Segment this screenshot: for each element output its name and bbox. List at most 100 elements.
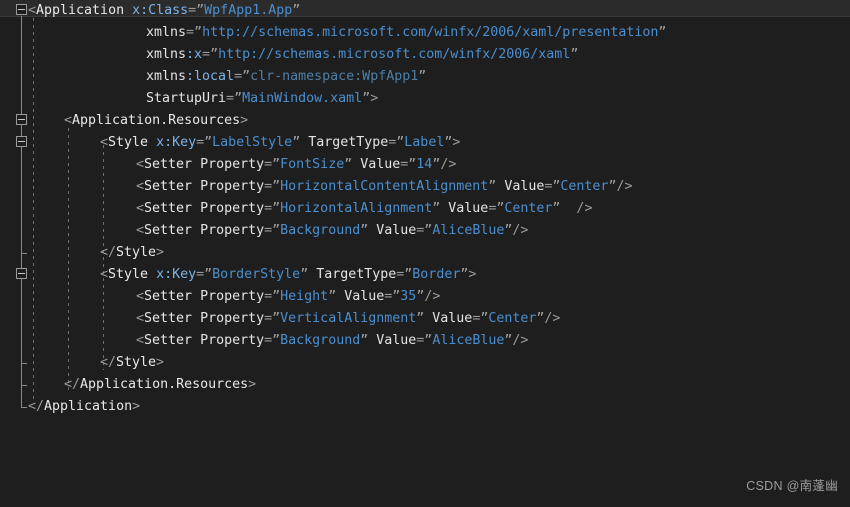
token-attr: Value (440, 201, 488, 216)
token-quote: ” (242, 69, 250, 84)
code-line-2[interactable]: xmlns=”http://schemas.microsoft.com/winf… (0, 22, 666, 44)
token-elem (148, 267, 156, 282)
code-line-16[interactable]: <Setter Property=”Background” Value=”Ali… (0, 330, 528, 352)
token-attr: Value (352, 157, 400, 172)
token-punct: = (264, 223, 272, 238)
token-quote: ” (234, 91, 242, 106)
token-quote: ” (196, 3, 204, 18)
token-punct: /> (424, 289, 440, 304)
token-elem: Style (108, 267, 148, 282)
token-punct: < (64, 113, 72, 128)
token-punct: </ (28, 399, 44, 414)
token-punct: > (452, 135, 460, 150)
token-elem: Setter (144, 289, 192, 304)
token-punct: = (196, 135, 204, 150)
code-line-12[interactable]: </Style> (0, 242, 164, 264)
token-punct: = (202, 47, 210, 62)
token-punct: /> (440, 157, 456, 172)
token-punct: < (136, 179, 144, 194)
token-val: HorizontalAlignment (280, 201, 432, 216)
token-elem: Style (116, 245, 156, 260)
token-quote: ” (194, 25, 202, 40)
token-punct: </ (100, 355, 116, 370)
token-attr: Value (368, 223, 416, 238)
token-elem: Setter (144, 179, 192, 194)
token-val: Height (280, 289, 328, 304)
code-line-4[interactable]: xmlns:local=”clr-namespace:WpfApp1” (0, 66, 426, 88)
token-val: FontSize (280, 157, 344, 172)
token-val: AliceBlue (432, 223, 504, 238)
token-quote: ” (300, 267, 308, 282)
token-quote: ” (272, 311, 280, 326)
token-quote: ” (418, 69, 426, 84)
code-line-3[interactable]: xmlns:x=”http://schemas.microsoft.com/wi… (0, 44, 578, 66)
token-punct: > (156, 355, 164, 370)
code-line-17[interactable]: </Style> (0, 352, 164, 374)
token-val: LabelStyle (212, 135, 292, 150)
token-attrx: x:Key (156, 267, 196, 282)
token-val: HorizontalContentAlignment (280, 179, 488, 194)
token-attr: Property (192, 223, 264, 238)
token-punct: > (132, 399, 140, 414)
token-attrx: x:Class (132, 3, 188, 18)
token-punct: < (136, 201, 144, 216)
token-quote: ” (362, 91, 370, 106)
token-punct: /> (616, 179, 632, 194)
token-punct: = (264, 157, 272, 172)
token-punct: < (136, 311, 144, 326)
code-line-7[interactable]: <Style x:Key=”LabelStyle” TargetType=”La… (0, 132, 460, 154)
code-line-1[interactable]: <Application x:Class=”WpfApp1.App” (0, 0, 300, 22)
token-elem: Setter (144, 333, 192, 348)
token-punct: < (136, 223, 144, 238)
token-elem (148, 135, 156, 150)
token-val: Background (280, 223, 360, 238)
code-text-area[interactable]: <Application x:Class=”WpfApp1.App”xmlns=… (0, 0, 850, 507)
token-punct: /> (560, 201, 592, 216)
token-quote: ” (272, 333, 280, 348)
token-punct: > (156, 245, 164, 260)
code-line-5[interactable]: StartupUri=”MainWindow.xaml”> (0, 88, 378, 110)
token-punct: > (468, 267, 476, 282)
token-punct: = (234, 69, 242, 84)
code-line-6[interactable]: <Application.Resources> (0, 110, 248, 132)
token-punct: = (226, 91, 234, 106)
token-attrx: :x (186, 47, 202, 62)
token-val: Center (560, 179, 608, 194)
code-line-15[interactable]: <Setter Property=”VerticalAlignment” Val… (0, 308, 560, 330)
token-attr: xmlns (146, 47, 186, 62)
token-punct: = (264, 179, 272, 194)
token-val: AliceBlue (432, 333, 504, 348)
token-punct: > (370, 91, 378, 106)
code-line-11[interactable]: <Setter Property=”Background” Value=”Ali… (0, 220, 528, 242)
token-punct: < (28, 3, 36, 18)
token-punct: = (264, 201, 272, 216)
token-punct: < (136, 289, 144, 304)
token-elem: Application.Resources (72, 113, 240, 128)
token-val: Background (280, 333, 360, 348)
token-quote: ” (272, 179, 280, 194)
token-elem: Application.Resources (80, 377, 248, 392)
token-punct: < (100, 267, 108, 282)
code-line-13[interactable]: <Style x:Key=”BorderStyle” TargetType=”B… (0, 264, 476, 286)
token-attr: Property (192, 311, 264, 326)
token-attr: Property (192, 179, 264, 194)
token-elem: Application (44, 399, 132, 414)
token-attr: Property (192, 157, 264, 172)
token-attr: Value (496, 179, 544, 194)
token-elem: Setter (144, 311, 192, 326)
token-val: BorderStyle (212, 267, 300, 282)
code-line-18[interactable]: </Application.Resources> (0, 374, 256, 396)
token-elem: Setter (144, 223, 192, 238)
code-line-9[interactable]: <Setter Property=”HorizontalContentAlign… (0, 176, 632, 198)
token-quote: ” (272, 157, 280, 172)
xaml-code-editor[interactable]: <Application x:Class=”WpfApp1.App”xmlns=… (0, 0, 850, 507)
token-punct: > (240, 113, 248, 128)
token-punct: /> (512, 333, 528, 348)
code-line-10[interactable]: <Setter Property=”HorizontalAlignment” V… (0, 198, 592, 220)
code-line-19[interactable]: </Application> (0, 396, 140, 418)
token-attr: Property (192, 289, 264, 304)
code-line-8[interactable]: <Setter Property=”FontSize” Value=”14”/> (0, 154, 456, 176)
code-line-14[interactable]: <Setter Property=”Height” Value=”35”/> (0, 286, 440, 308)
token-val: 35 (400, 289, 416, 304)
token-quote: ” (658, 25, 666, 40)
